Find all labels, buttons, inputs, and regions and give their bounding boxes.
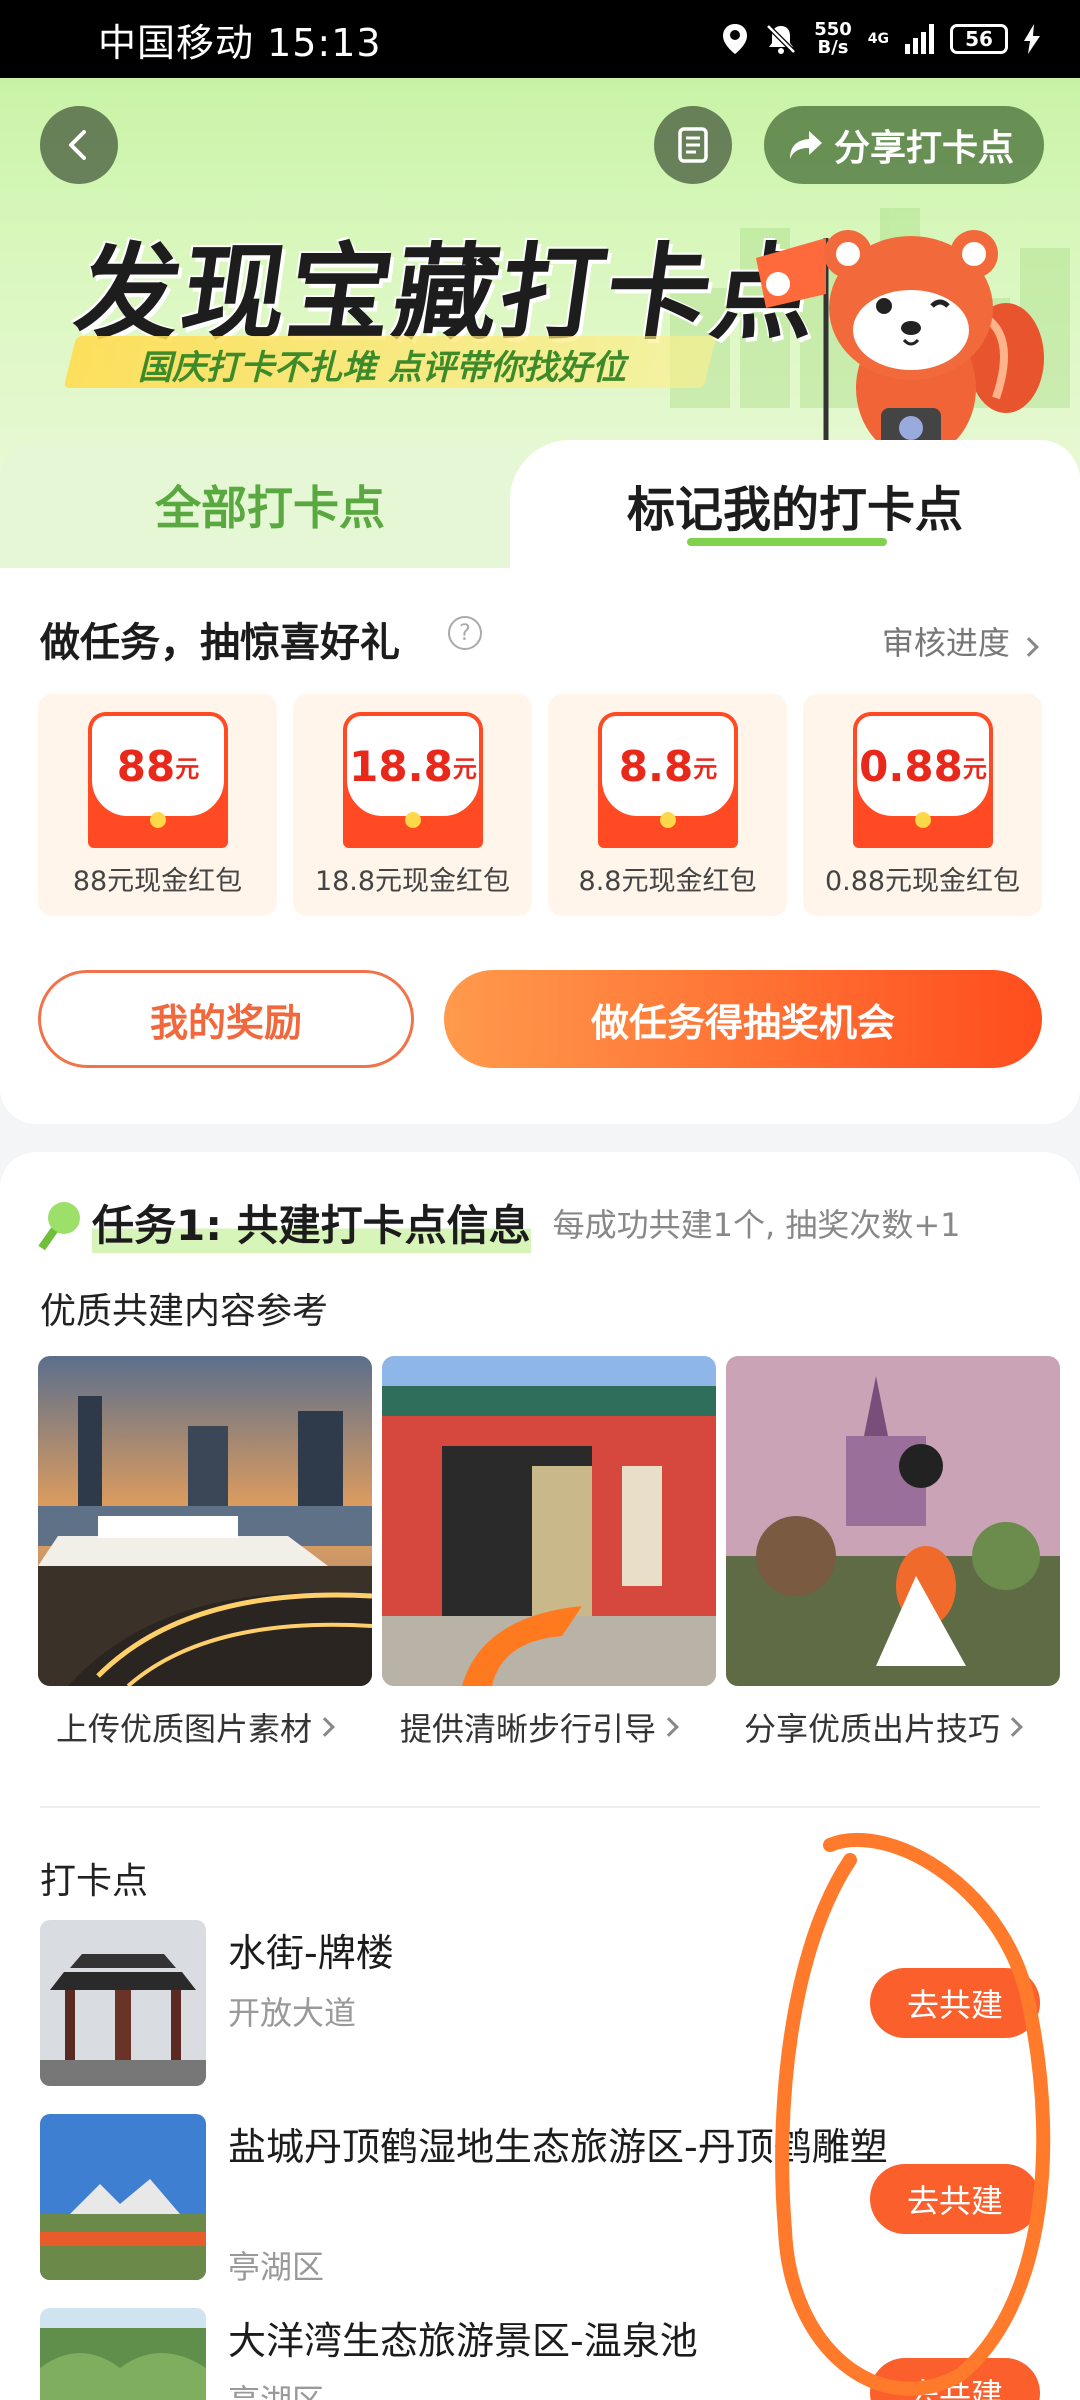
temple-gate-photo [382, 1356, 716, 1686]
spot-area: 开放大道 [228, 1994, 357, 2032]
list-item[interactable]: 盐城丹顶鹤湿地生态旅游区-丹顶鹤雕塑 亭湖区 去共建 [40, 2114, 1040, 2286]
reference-title: 优质共建内容参考 [40, 1291, 329, 1332]
tab-all-spots[interactable]: 全部打卡点 [0, 440, 540, 570]
red-packet-icon: 88 元 [88, 712, 228, 848]
mute-bell-icon [766, 24, 796, 54]
pin-icon [38, 1198, 86, 1250]
join-build-button[interactable]: 去共建 [870, 2164, 1040, 2234]
prize-item: 0.88 元 0.88元现金红包 [803, 694, 1042, 916]
network-type: 4G [867, 31, 889, 47]
share-button[interactable]: 分享打卡点 [763, 106, 1044, 184]
spots-title: 打卡点 [40, 1861, 149, 1902]
prize-label: 88元现金红包 [72, 866, 243, 897]
share-label: 分享打卡点 [833, 128, 1014, 169]
red-packet-icon: 0.88 元 [853, 712, 993, 848]
spot-area: 亭湖区 [228, 2248, 325, 2286]
share-arrow-icon [789, 131, 822, 159]
header-banner: 分享打卡点 发现宝藏打卡点 国庆打卡不扎堆 点评带你找好位 [0, 78, 1080, 498]
tab-bar: 全部打卡点 标记我的打卡点 [0, 440, 1080, 570]
do-task-button[interactable]: 做任务得抽奖机会 [444, 970, 1042, 1068]
divider [40, 1806, 1040, 1808]
chevron-left-icon [69, 130, 86, 160]
castle-photo [726, 1356, 1060, 1686]
net-speed: 550 B/s [814, 19, 852, 58]
rules-button[interactable] [654, 106, 732, 184]
task1-title: 任务1: 共建打卡点信息 [92, 1192, 531, 1253]
chevron-right-icon [315, 1717, 335, 1737]
my-reward-button[interactable]: 我的奖励 [38, 970, 414, 1068]
join-build-button[interactable]: 去共建 [870, 1968, 1040, 2038]
prize-label: 8.8元现金红包 [578, 866, 757, 897]
chevron-right-icon [1019, 637, 1039, 657]
prize-label: 0.88元现金红包 [824, 866, 1021, 897]
reference-item-photo-tips[interactable]: 分享优质出片技巧 [726, 1356, 1060, 1750]
prize-item: 18.8 元 18.8元现金红包 [293, 694, 532, 916]
list-item[interactable]: 水街-牌楼 开放大道 去共建 [40, 1920, 1040, 2086]
spot-name: 盐城丹顶鹤湿地生态旅游区-丹顶鹤雕塑 [228, 2125, 888, 2169]
tab-my-spots[interactable]: 标记我的打卡点 [510, 440, 1080, 570]
battery-icon: 56 [950, 24, 1008, 54]
spot-thumbnail [40, 2308, 206, 2400]
active-tab-underline [686, 538, 887, 546]
carrier-time: 中国移动 15:13 [98, 20, 382, 65]
back-button[interactable] [40, 106, 118, 184]
help-icon[interactable]: ? [448, 616, 482, 650]
reference-item-walking-guide[interactable]: 提供清晰步行引导 [382, 1356, 716, 1750]
signal-icon [905, 24, 934, 54]
status-bar: 中国移动 15:13 550 B/s 4G 56 [0, 0, 1080, 78]
red-packet-icon: 18.8 元 [343, 712, 483, 848]
chevron-right-icon [1003, 1717, 1023, 1737]
spot-area: 亭湖区 [228, 2376, 324, 2400]
prize-item: 88 元 88元现金红包 [38, 694, 277, 916]
page-subtitle: 国庆打卡不扎堆 点评带你找好位 [138, 348, 626, 388]
task-card: 任务1: 共建打卡点信息 每成功共建1个, 抽奖次数+1 优质共建内容参考 上传… [0, 1152, 1080, 2400]
task1-desc: 每成功共建1个, 抽奖次数+1 [552, 1205, 961, 1244]
prize-list: 88 元 88元现金红包 18.8 元 18.8元现金红包 8.8 元 8.8元现金红… [38, 694, 1042, 916]
lottery-card: 做任务，抽惊喜好礼 ? 审核进度 88 元 88元现金红包 18.8 元 18.8元… [0, 568, 1080, 1124]
list-item[interactable]: 大洋湾生态旅游景区-温泉池 亭湖区 去共建 [40, 2308, 1040, 2400]
document-icon [678, 127, 708, 163]
chevron-right-icon [659, 1717, 679, 1737]
lottery-title: 做任务，抽惊喜好礼 [40, 620, 400, 666]
join-build-button[interactable]: 去共建 [870, 2358, 1040, 2400]
spot-name: 水街-牌楼 [228, 1931, 394, 1975]
reference-item-upload-photos[interactable]: 上传优质图片素材 [38, 1356, 372, 1750]
ship-photo [38, 1356, 372, 1686]
charging-icon [1024, 24, 1040, 54]
spot-name: 大洋湾生态旅游景区-温泉池 [228, 2319, 698, 2363]
prize-item: 8.8 元 8.8元现金红包 [548, 694, 787, 916]
review-progress-link[interactable]: 审核进度 [882, 618, 1039, 664]
red-packet-icon: 8.8 元 [598, 712, 738, 848]
prize-label: 18.8元现金红包 [314, 866, 511, 897]
spot-thumbnail [40, 1920, 206, 2086]
location-icon [723, 24, 748, 54]
spot-thumbnail [40, 2114, 206, 2280]
reference-list: 上传优质图片素材 提供清晰步行引导 分享优质出片技巧 [38, 1356, 1060, 1750]
